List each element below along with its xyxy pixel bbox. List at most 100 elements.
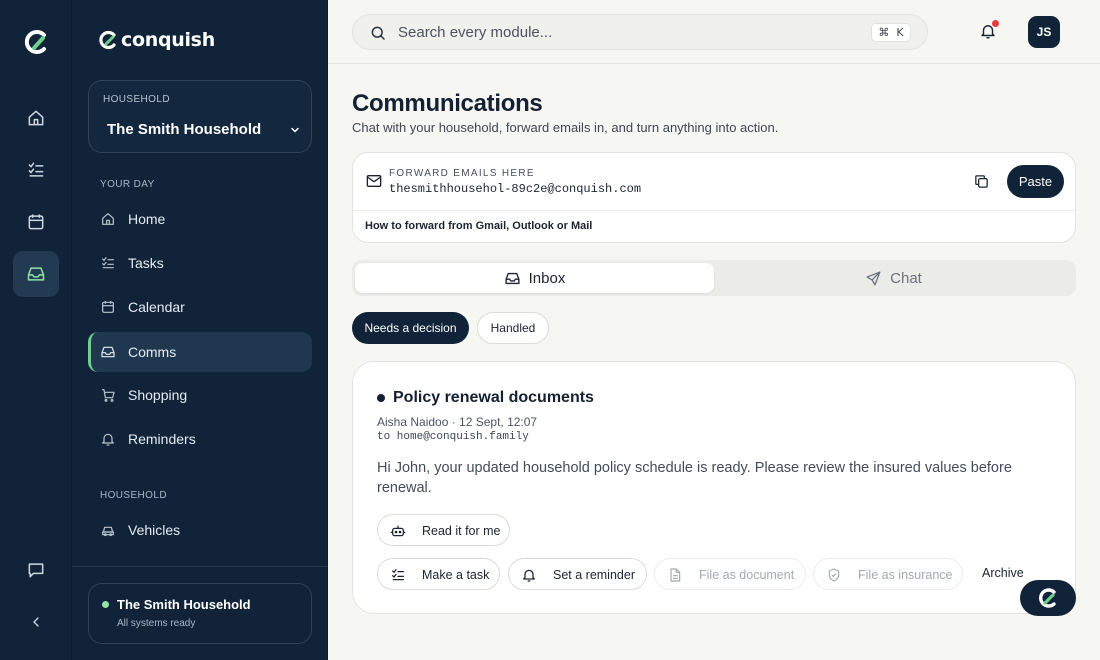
rail-chat-button[interactable] bbox=[13, 547, 59, 593]
conquish-logo-icon[interactable] bbox=[23, 29, 49, 55]
home-icon bbox=[28, 110, 44, 126]
rail-calendar-button[interactable] bbox=[13, 199, 59, 245]
cart-icon bbox=[102, 389, 115, 402]
sidebar-item-label: Reminders bbox=[128, 431, 196, 447]
forward-label: FORWARD EMAILS HERE bbox=[389, 168, 535, 179]
sidebar-item-home[interactable]: Home bbox=[88, 199, 312, 239]
message-subject: Policy renewal documents bbox=[393, 389, 594, 406]
message-meta: Aisha Naidoo · 12 Sept, 12:07 bbox=[377, 415, 538, 429]
read-it-button[interactable]: Read it for me bbox=[377, 514, 510, 546]
sidebar-item-label: Shopping bbox=[128, 387, 188, 403]
inbox-icon bbox=[27, 267, 45, 281]
rail-tasks-button[interactable] bbox=[13, 147, 59, 193]
copy-icon bbox=[975, 175, 988, 188]
tab-label: Inbox bbox=[528, 269, 566, 287]
notification-badge bbox=[992, 20, 999, 27]
shield-check-icon bbox=[828, 568, 840, 582]
action-label: File as insurance bbox=[858, 568, 953, 582]
chevron-down-icon bbox=[291, 127, 299, 133]
comms-tabs: Inbox Chat bbox=[352, 260, 1076, 296]
forward-address: thesmithhousehol-89c2e@conquish.com bbox=[389, 182, 642, 196]
divider bbox=[353, 210, 1075, 211]
household-select-label: HOUSEHOLD bbox=[103, 94, 170, 105]
unread-indicator bbox=[377, 394, 385, 402]
send-icon bbox=[866, 270, 881, 286]
forward-email-card: FORWARD EMAILS HERE thesmithhousehol-89c… bbox=[352, 152, 1076, 243]
brand-logo[interactable]: conquish bbox=[98, 29, 215, 51]
robot-icon bbox=[390, 525, 406, 537]
household-select-value: The Smith Household bbox=[107, 121, 262, 138]
status-title: The Smith Household bbox=[117, 597, 251, 612]
tasks-icon bbox=[392, 569, 404, 581]
action-label: Set a reminder bbox=[553, 568, 635, 582]
sidebar-item-label: Comms bbox=[128, 344, 177, 360]
message-recipient: to home@conquish.family bbox=[377, 431, 529, 443]
sidebar-item-comms[interactable]: Comms bbox=[88, 332, 312, 372]
sidebar-item-reminders[interactable]: Reminders bbox=[88, 419, 312, 459]
collapse-chevron-icon bbox=[33, 617, 39, 627]
file-as-document-button[interactable]: File as document bbox=[654, 558, 806, 590]
page-title: Communications bbox=[352, 90, 543, 117]
search-icon bbox=[371, 26, 385, 40]
shortcut-symbol: ⌘ bbox=[878, 26, 890, 39]
action-label: Make a task bbox=[422, 568, 490, 582]
avatar[interactable]: JS bbox=[1028, 16, 1060, 48]
status-subtitle: All systems ready bbox=[117, 618, 196, 629]
shortcut-key: K bbox=[896, 26, 904, 39]
action-label: File as document bbox=[699, 568, 795, 582]
filter-needs-decision[interactable]: Needs a decision bbox=[352, 312, 469, 344]
sidebar-item-vehicles[interactable]: Vehicles bbox=[88, 510, 312, 550]
sidebar-item-label: Home bbox=[128, 211, 166, 227]
search-placeholder: Search every module... bbox=[398, 24, 553, 41]
household-select[interactable]: HOUSEHOLD The Smith Household bbox=[88, 80, 312, 153]
chat-bubble-icon bbox=[28, 563, 44, 578]
sidebar-item-label: Calendar bbox=[128, 299, 185, 315]
calendar-icon bbox=[102, 301, 114, 313]
rail-home-button[interactable] bbox=[13, 95, 59, 141]
inbox-icon bbox=[505, 272, 520, 284]
status-indicator bbox=[102, 601, 109, 608]
page-subtitle: Chat with your household, forward emails… bbox=[352, 120, 779, 135]
paste-button[interactable]: Paste bbox=[1007, 165, 1064, 198]
tab-chat[interactable]: Chat bbox=[714, 263, 1073, 293]
search-input[interactable]: Search every module... ⌘ K bbox=[352, 14, 928, 50]
rail-collapse-button[interactable] bbox=[13, 599, 59, 645]
sidebar-item-calendar[interactable]: Calendar bbox=[88, 287, 312, 327]
filter-handled[interactable]: Handled bbox=[477, 312, 549, 344]
file-as-insurance-button[interactable]: File as insurance bbox=[813, 558, 963, 590]
tab-inbox[interactable]: Inbox bbox=[355, 263, 714, 293]
top-bar: Search every module... ⌘ K JS bbox=[328, 0, 1100, 64]
section-heading-household: HOUSEHOLD bbox=[100, 490, 167, 501]
document-icon bbox=[670, 568, 681, 582]
household-status-card[interactable]: The Smith Household All systems ready bbox=[88, 583, 312, 644]
calendar-icon bbox=[28, 214, 44, 230]
sidebar-divider bbox=[72, 566, 328, 567]
sidebar-item-tasks[interactable]: Tasks bbox=[88, 243, 312, 283]
inbox-icon bbox=[101, 346, 115, 358]
assistant-fab[interactable] bbox=[1020, 580, 1076, 616]
tasks-icon bbox=[102, 257, 114, 269]
rail-comms-button[interactable] bbox=[13, 251, 59, 297]
copy-button[interactable] bbox=[973, 173, 990, 190]
sidebar: conquish HOUSEHOLD The Smith Household Y… bbox=[72, 0, 328, 660]
set-reminder-button[interactable]: Set a reminder bbox=[508, 558, 647, 590]
archive-button[interactable]: Archive bbox=[982, 566, 1024, 580]
message-body: Hi John, your updated household policy s… bbox=[377, 460, 1012, 496]
bell-icon bbox=[102, 433, 114, 446]
bell-icon bbox=[523, 569, 535, 582]
message-card[interactable]: Policy renewal documents Aisha Naidoo · … bbox=[352, 361, 1076, 614]
conquish-logo-icon bbox=[1039, 588, 1056, 608]
brand-name: conquish bbox=[121, 29, 215, 51]
tab-label: Chat bbox=[890, 269, 922, 287]
car-icon bbox=[102, 526, 114, 537]
icon-rail bbox=[0, 0, 72, 660]
mail-icon bbox=[366, 175, 382, 187]
section-heading-your-day: YOUR DAY bbox=[100, 179, 155, 190]
make-task-button[interactable]: Make a task bbox=[377, 558, 500, 590]
sidebar-item-shopping[interactable]: Shopping bbox=[88, 375, 312, 415]
forward-howto-link[interactable]: How to forward from Gmail, Outlook or Ma… bbox=[365, 220, 592, 232]
sidebar-item-label: Tasks bbox=[128, 255, 164, 271]
sidebar-item-label: Vehicles bbox=[128, 522, 181, 538]
action-label: Read it for me bbox=[422, 524, 501, 538]
home-icon bbox=[102, 213, 114, 225]
